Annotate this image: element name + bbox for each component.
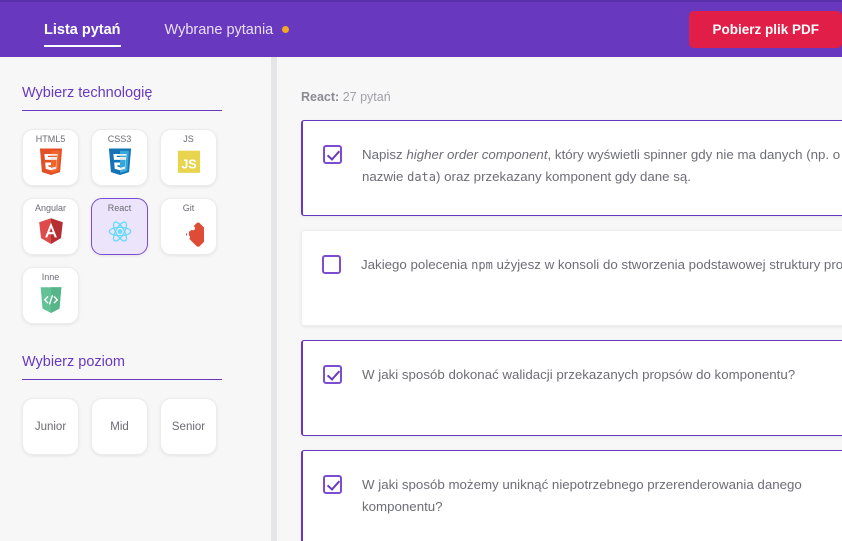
css3-icon xyxy=(108,148,131,176)
result-total: 27 pytań xyxy=(342,90,391,104)
level-section-title: Wybierz poziom xyxy=(22,354,126,370)
inline-code: data xyxy=(407,169,436,184)
inline-code: npm xyxy=(471,258,493,272)
question-card[interactable]: W jaki sposób dokonać walidacji przekaza… xyxy=(301,340,842,436)
technology-grid: HTML5 CSS3 JS JS Angular React Git Inne xyxy=(22,129,234,324)
tech-card-inne[interactable]: Inne xyxy=(22,267,79,324)
plain-text: użyjesz w konsoli do stworzenia podstawo… xyxy=(492,257,842,272)
tab-label: Wybrane pytania xyxy=(164,21,274,38)
tech-label: Git xyxy=(182,203,195,213)
technology-section-title: Wybierz technologię xyxy=(22,85,153,101)
level-grid: Junior Mid Senior xyxy=(22,398,234,455)
tech-label: React xyxy=(107,203,132,213)
question-checkbox[interactable] xyxy=(323,145,342,164)
notification-dot-icon xyxy=(282,26,290,33)
tech-label: Inne xyxy=(41,272,60,282)
header-tabs: Lista pytań Wybrane pytania xyxy=(22,2,312,57)
plain-text: W jaki sposób możemy uniknąć niepotrzebn… xyxy=(362,477,802,514)
plain-text: W jaki sposób dokonać walidacji przekaza… xyxy=(362,367,796,382)
download-pdf-button[interactable]: Pobierz plik PDF xyxy=(689,11,842,48)
header-actions: Pobierz plik PDF xyxy=(689,11,842,48)
question-text: W jaki sposób dokonać walidacji przekaza… xyxy=(362,364,795,386)
question-card[interactable]: Napisz higher order component, który wyś… xyxy=(301,120,842,216)
tab-label: Lista pytań xyxy=(44,21,121,38)
tech-card-javascript[interactable]: JS JS xyxy=(160,129,217,186)
plain-text: ) oraz przekazany komponent gdy dane są. xyxy=(436,168,692,184)
app-header: Lista pytań Wybrane pytania Pobierz plik… xyxy=(0,0,842,57)
javascript-icon: JS xyxy=(177,150,200,173)
html5-icon xyxy=(39,148,62,176)
question-text: Napisz higher order component, który wyś… xyxy=(362,144,842,188)
tech-label: CSS3 xyxy=(107,134,132,144)
plain-text: Jakiego polecenia xyxy=(361,257,472,272)
question-card[interactable]: W jaki sposób możemy uniknąć niepotrzebn… xyxy=(301,450,842,541)
question-list: Napisz higher order component, który wyś… xyxy=(301,120,842,541)
filters-sidebar: Wybierz technologię HTML5 CSS3 JS JS Ang… xyxy=(0,57,271,541)
tech-label: HTML5 xyxy=(35,134,66,144)
tech-card-react[interactable]: React xyxy=(91,198,148,255)
plain-text: Napisz xyxy=(362,147,407,162)
question-text: Jakiego polecenia npm użyjesz w konsoli … xyxy=(361,254,842,276)
result-count: React: 27 pytań xyxy=(301,90,842,104)
question-card[interactable]: Jakiego polecenia npm użyjesz w konsoli … xyxy=(301,230,842,326)
level-card-mid[interactable]: Mid xyxy=(91,398,148,455)
tech-card-git[interactable]: Git xyxy=(160,198,217,255)
tech-card-css3[interactable]: CSS3 xyxy=(91,129,148,186)
level-block: Wybierz poziom Junior Mid Senior xyxy=(22,354,271,455)
tech-label: JS xyxy=(183,134,194,144)
result-prefix: React: xyxy=(301,90,340,104)
question-text: W jaki sposób możemy uniknąć niepotrzebn… xyxy=(362,474,842,518)
level-card-junior[interactable]: Junior xyxy=(22,398,79,455)
svg-text:JS: JS xyxy=(181,157,196,171)
question-checkbox[interactable] xyxy=(322,255,341,274)
tech-card-html5[interactable]: HTML5 xyxy=(22,129,79,186)
angular-icon xyxy=(38,218,63,245)
tech-label: Angular xyxy=(34,203,67,213)
question-checkbox[interactable] xyxy=(323,475,342,494)
section-divider xyxy=(22,379,222,380)
question-checkbox[interactable] xyxy=(323,365,342,384)
git-icon xyxy=(185,222,204,247)
questions-panel: React: 27 pytań Napisz higher order comp… xyxy=(277,57,842,541)
app-root: Lista pytań Wybrane pytania Pobierz plik… xyxy=(0,0,842,541)
emphasis-text: higher order component xyxy=(406,147,548,162)
react-icon xyxy=(108,221,131,242)
level-card-senior[interactable]: Senior xyxy=(160,398,217,455)
section-divider xyxy=(22,110,222,111)
code-shield-icon xyxy=(40,287,61,314)
tech-card-angular[interactable]: Angular xyxy=(22,198,79,255)
tab-wybrane-pytania[interactable]: Wybrane pytania xyxy=(143,2,312,57)
tab-lista-pytan[interactable]: Lista pytań xyxy=(22,2,143,57)
